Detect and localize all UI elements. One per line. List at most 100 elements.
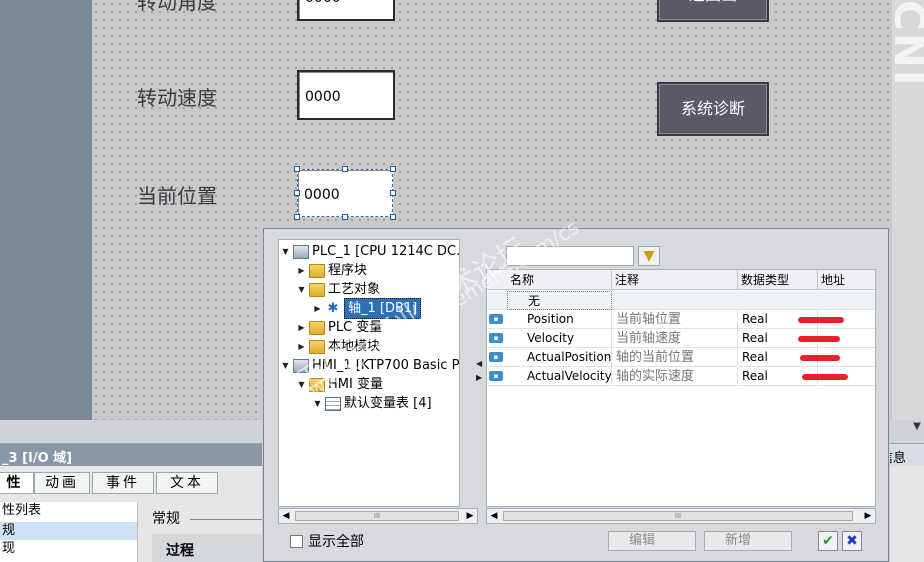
tag-selection-dialog: ▼ PLC_1 [CPU 1214C DC... ▶ 程序块 ▼ 工艺对象 ▶ … [263, 228, 889, 562]
resize-handle[interactable] [342, 166, 348, 172]
expander-icon[interactable]: ▼ [297, 375, 306, 394]
tree-item-plc[interactable]: ▼ PLC_1 [CPU 1214C DC... [281, 242, 460, 261]
label-rotation-angle: 转动角度 [137, 0, 217, 14]
checkbox-icon[interactable] [290, 534, 303, 548]
tag-grid: 名称 注释 数据类型 地址 无 ▪ Position 当前轴位置 Real ▪ … [486, 269, 876, 507]
expander-icon[interactable]: ▼ [281, 242, 290, 261]
tree-item-label: HMI 变量 [328, 377, 383, 392]
scroll-thumb[interactable]: III [503, 511, 853, 521]
redaction-mark [802, 374, 848, 380]
tree-item-axis-db1[interactable]: ▶ ✱ 轴_1 [DB1] [313, 298, 422, 319]
column-header-datatype[interactable]: 数据类型 [738, 270, 818, 290]
tree-item-label: PLC 变量 [328, 320, 383, 335]
resize-handle[interactable] [294, 190, 300, 196]
property-list: 性列表 规 现 [0, 502, 138, 562]
tree-item-label: 本地模块 [328, 339, 381, 354]
filter-icon[interactable]: ▼ [638, 246, 660, 266]
grid-header: 名称 注释 数据类型 地址 [487, 270, 875, 290]
process-section-header[interactable]: 过程 [152, 534, 268, 562]
resize-handle[interactable] [294, 214, 300, 220]
tree-item-plc-tags[interactable]: ▶ PLC 变量 [297, 318, 382, 337]
scroll-thumb[interactable]: III [295, 511, 459, 521]
filter-input[interactable] [506, 246, 634, 266]
tag-name: ActualVelocity [507, 367, 612, 386]
expander-icon[interactable]: ▶ [297, 318, 306, 337]
table-row-none[interactable]: 无 [487, 291, 875, 310]
system-diagnostics-button[interactable]: 系统诊断 [657, 82, 769, 136]
redaction-mark [798, 317, 844, 323]
chevron-down-icon[interactable]: ▼ [910, 420, 924, 434]
plc-icon [293, 244, 309, 259]
tree-item-technology-objects[interactable]: ▼ 工艺对象 [297, 280, 380, 299]
tag-comment: 当前轴位置 [612, 310, 738, 329]
column-header-address[interactable]: 地址 [818, 270, 875, 290]
tag-comment: 轴的实际速度 [612, 367, 738, 386]
side-task-tab[interactable]: CNI [895, 0, 924, 120]
tab-animation[interactable]: 动画 [34, 472, 90, 494]
tag-icon: ▪ [489, 333, 503, 343]
list-item[interactable]: 现 [0, 540, 137, 558]
tag-name: Position [507, 310, 612, 329]
tag-icon: ▪ [489, 314, 503, 324]
return-screen-button[interactable]: 返回画 [657, 0, 769, 22]
column-header-name[interactable]: 名称 [507, 270, 612, 290]
edit-button[interactable]: 编辑 [608, 531, 696, 551]
new-button[interactable]: 新增 [704, 531, 792, 551]
inspector-title: _3 [I/O 域] [0, 444, 300, 466]
redaction-mark [798, 336, 840, 342]
show-all-checkbox[interactable]: 显示全部 [290, 531, 364, 551]
resize-handle[interactable] [294, 166, 300, 172]
io-field-speed[interactable]: 0000 [297, 70, 395, 120]
folder-icon [309, 377, 325, 392]
tab-events[interactable]: 事件 [92, 472, 154, 494]
tree-item-default-tag-table[interactable]: ▼ 默认变量表 [4] [313, 394, 432, 413]
resize-handle[interactable] [390, 190, 396, 196]
property-list-header: 性列表 [2, 503, 42, 518]
folder-icon [309, 263, 325, 278]
folder-icon [309, 320, 325, 335]
chevron-left-icon[interactable]: ◀ [279, 509, 293, 523]
tree-item-program-blocks[interactable]: ▶ 程序块 [297, 261, 367, 280]
axis-db-icon: ✱ [325, 301, 341, 316]
tag-icon: ▪ [489, 371, 503, 381]
tree-horizontal-scrollbar[interactable]: ◀ III ▶ [278, 508, 478, 524]
chevron-right-icon[interactable]: ▶ [861, 509, 875, 523]
tag-comment: 轴的当前位置 [612, 348, 738, 367]
tab-properties[interactable]: 性 [0, 472, 34, 494]
tree-item-hmi[interactable]: ▼ HMI_1 [KTP700 Basic PN] [281, 356, 460, 375]
grid-horizontal-scrollbar[interactable]: ◀ III ▶ [486, 508, 876, 524]
tree-item-label: HMI_1 [KTP700 Basic PN] [312, 358, 460, 373]
redaction-mark [800, 355, 840, 361]
hmi-icon [293, 358, 309, 373]
expander-icon[interactable]: ▶ [297, 337, 306, 356]
tag-name: Velocity [507, 329, 612, 348]
expander-icon[interactable]: ▶ [313, 299, 322, 318]
column-header-comment[interactable]: 注释 [612, 270, 738, 290]
splitter-arrows[interactable]: ◀ ▶ [476, 357, 484, 385]
io-field-angle[interactable]: 0000 [297, 0, 395, 21]
table-icon [325, 396, 341, 411]
tree-item-label: PLC_1 [CPU 1214C DC... [312, 244, 460, 259]
tab-text[interactable]: 文本 [156, 472, 218, 494]
tree-item-label: 程序块 [328, 263, 368, 278]
expander-icon[interactable]: ▼ [297, 280, 306, 299]
cancel-x-icon[interactable]: ✖ [842, 531, 862, 551]
confirm-check-icon[interactable]: ✔ [818, 531, 838, 551]
tree-item-label: 工艺对象 [328, 282, 381, 297]
tree-item-local-modules[interactable]: ▶ 本地模块 [297, 337, 380, 356]
tree-item-label: 默认变量表 [4] [344, 396, 432, 411]
editor-left-margin [0, 0, 92, 420]
expander-icon[interactable]: ▶ [297, 261, 306, 280]
chevron-right-icon[interactable]: ▶ [463, 509, 477, 523]
list-item[interactable]: 规 [0, 522, 137, 540]
resize-handle[interactable] [390, 214, 396, 220]
chevron-left-icon[interactable]: ◀ [487, 509, 501, 523]
folder-icon [309, 339, 325, 354]
none-cell[interactable]: 无 [507, 291, 612, 310]
expander-icon[interactable]: ▼ [313, 394, 322, 413]
resize-handle[interactable] [342, 214, 348, 220]
expander-icon[interactable]: ▼ [281, 356, 290, 375]
resize-handle[interactable] [390, 166, 396, 172]
tree-item-hmi-tags[interactable]: ▼ HMI 变量 [297, 375, 383, 394]
io-field-position-selected[interactable]: 0000 [297, 169, 393, 217]
